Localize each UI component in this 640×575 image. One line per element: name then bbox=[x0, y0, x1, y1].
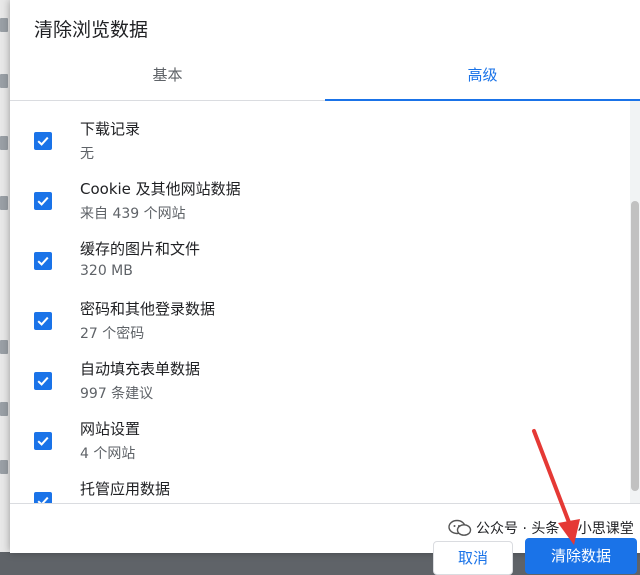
check-icon bbox=[37, 496, 49, 503]
scrollbar-thumb[interactable] bbox=[631, 201, 639, 491]
clear-data-button[interactable]: 清除数据 bbox=[525, 538, 637, 574]
item-subtitle: 4 个网站 bbox=[80, 446, 136, 462]
check-icon bbox=[37, 376, 49, 386]
list-scrollbar[interactable] bbox=[630, 101, 640, 503]
clear-browsing-data-dialog: 清除浏览数据 基本 高级 下载记录 无 Cookie 及其他网站数据 来自 43… bbox=[10, 0, 640, 575]
list-item-passwords[interactable]: 密码和其他登录数据 27 个密码 bbox=[10, 295, 610, 355]
item-subtitle: 无 bbox=[80, 146, 94, 162]
check-icon bbox=[37, 136, 49, 146]
dialog-title: 清除浏览数据 bbox=[34, 19, 149, 41]
check-icon bbox=[37, 256, 49, 266]
site-settings-checkbox[interactable] bbox=[34, 432, 52, 450]
tab-advanced[interactable]: 高级 bbox=[325, 48, 640, 101]
tab-advanced-label: 高级 bbox=[467, 65, 498, 84]
dialog-footer: 公众号 · 头条 @小思课堂 取消 清除数据 bbox=[10, 503, 640, 575]
background-fragment bbox=[0, 196, 8, 210]
background-fragment bbox=[0, 340, 8, 354]
check-icon bbox=[37, 316, 49, 326]
tab-basic[interactable]: 基本 bbox=[10, 48, 325, 100]
background-fragment bbox=[0, 18, 8, 32]
item-subtitle: 来自 439 个网站 bbox=[80, 206, 186, 222]
item-title: 自动填充表单数据 bbox=[80, 360, 201, 378]
cancel-button[interactable]: 取消 bbox=[433, 541, 513, 575]
item-title: 网站设置 bbox=[80, 420, 141, 438]
background-fragment bbox=[0, 74, 8, 88]
item-title: 缓存的图片和文件 bbox=[80, 240, 201, 258]
autofill-checkbox[interactable] bbox=[34, 372, 52, 390]
wechat-icon bbox=[448, 519, 472, 537]
hosted-app-data-checkbox[interactable] bbox=[34, 492, 52, 503]
item-subtitle: 27 个密码 bbox=[80, 326, 145, 342]
item-title: 下载记录 bbox=[80, 120, 141, 138]
background-fragment bbox=[0, 136, 8, 150]
cookies-checkbox[interactable] bbox=[34, 192, 52, 210]
cached-images-checkbox[interactable] bbox=[34, 252, 52, 270]
background-fragment bbox=[0, 402, 8, 416]
item-subtitle: 997 条建议 bbox=[80, 386, 154, 402]
passwords-checkbox[interactable] bbox=[34, 312, 52, 330]
check-icon bbox=[37, 436, 49, 446]
list-item-download-history[interactable]: 下载记录 无 bbox=[10, 115, 610, 175]
data-type-list: 下载记录 无 Cookie 及其他网站数据 来自 439 个网站 缓存的图片和文… bbox=[10, 101, 630, 503]
list-item-cached-images[interactable]: 缓存的图片和文件 320 MB bbox=[10, 235, 610, 295]
item-title: Cookie 及其他网站数据 bbox=[80, 180, 241, 198]
tab-bar: 基本 高级 bbox=[10, 48, 640, 101]
item-title: 托管应用数据 bbox=[80, 480, 171, 498]
watermark: 公众号 · 头条 @小思课堂 bbox=[448, 518, 634, 538]
download-history-checkbox[interactable] bbox=[34, 132, 52, 150]
item-subtitle: 320 MB bbox=[80, 263, 133, 279]
list-item-site-settings[interactable]: 网站设置 4 个网站 bbox=[10, 415, 610, 475]
list-item-hosted-app-data[interactable]: 托管应用数据 bbox=[10, 475, 610, 503]
list-item-cookies[interactable]: Cookie 及其他网站数据 来自 439 个网站 bbox=[10, 175, 610, 235]
item-title: 密码和其他登录数据 bbox=[80, 300, 216, 318]
background-fragment bbox=[0, 460, 8, 474]
tab-basic-label: 基本 bbox=[152, 65, 183, 84]
check-icon bbox=[37, 196, 49, 206]
watermark-text: 公众号 · 头条 @小思课堂 bbox=[476, 521, 634, 537]
list-item-autofill[interactable]: 自动填充表单数据 997 条建议 bbox=[10, 355, 610, 415]
